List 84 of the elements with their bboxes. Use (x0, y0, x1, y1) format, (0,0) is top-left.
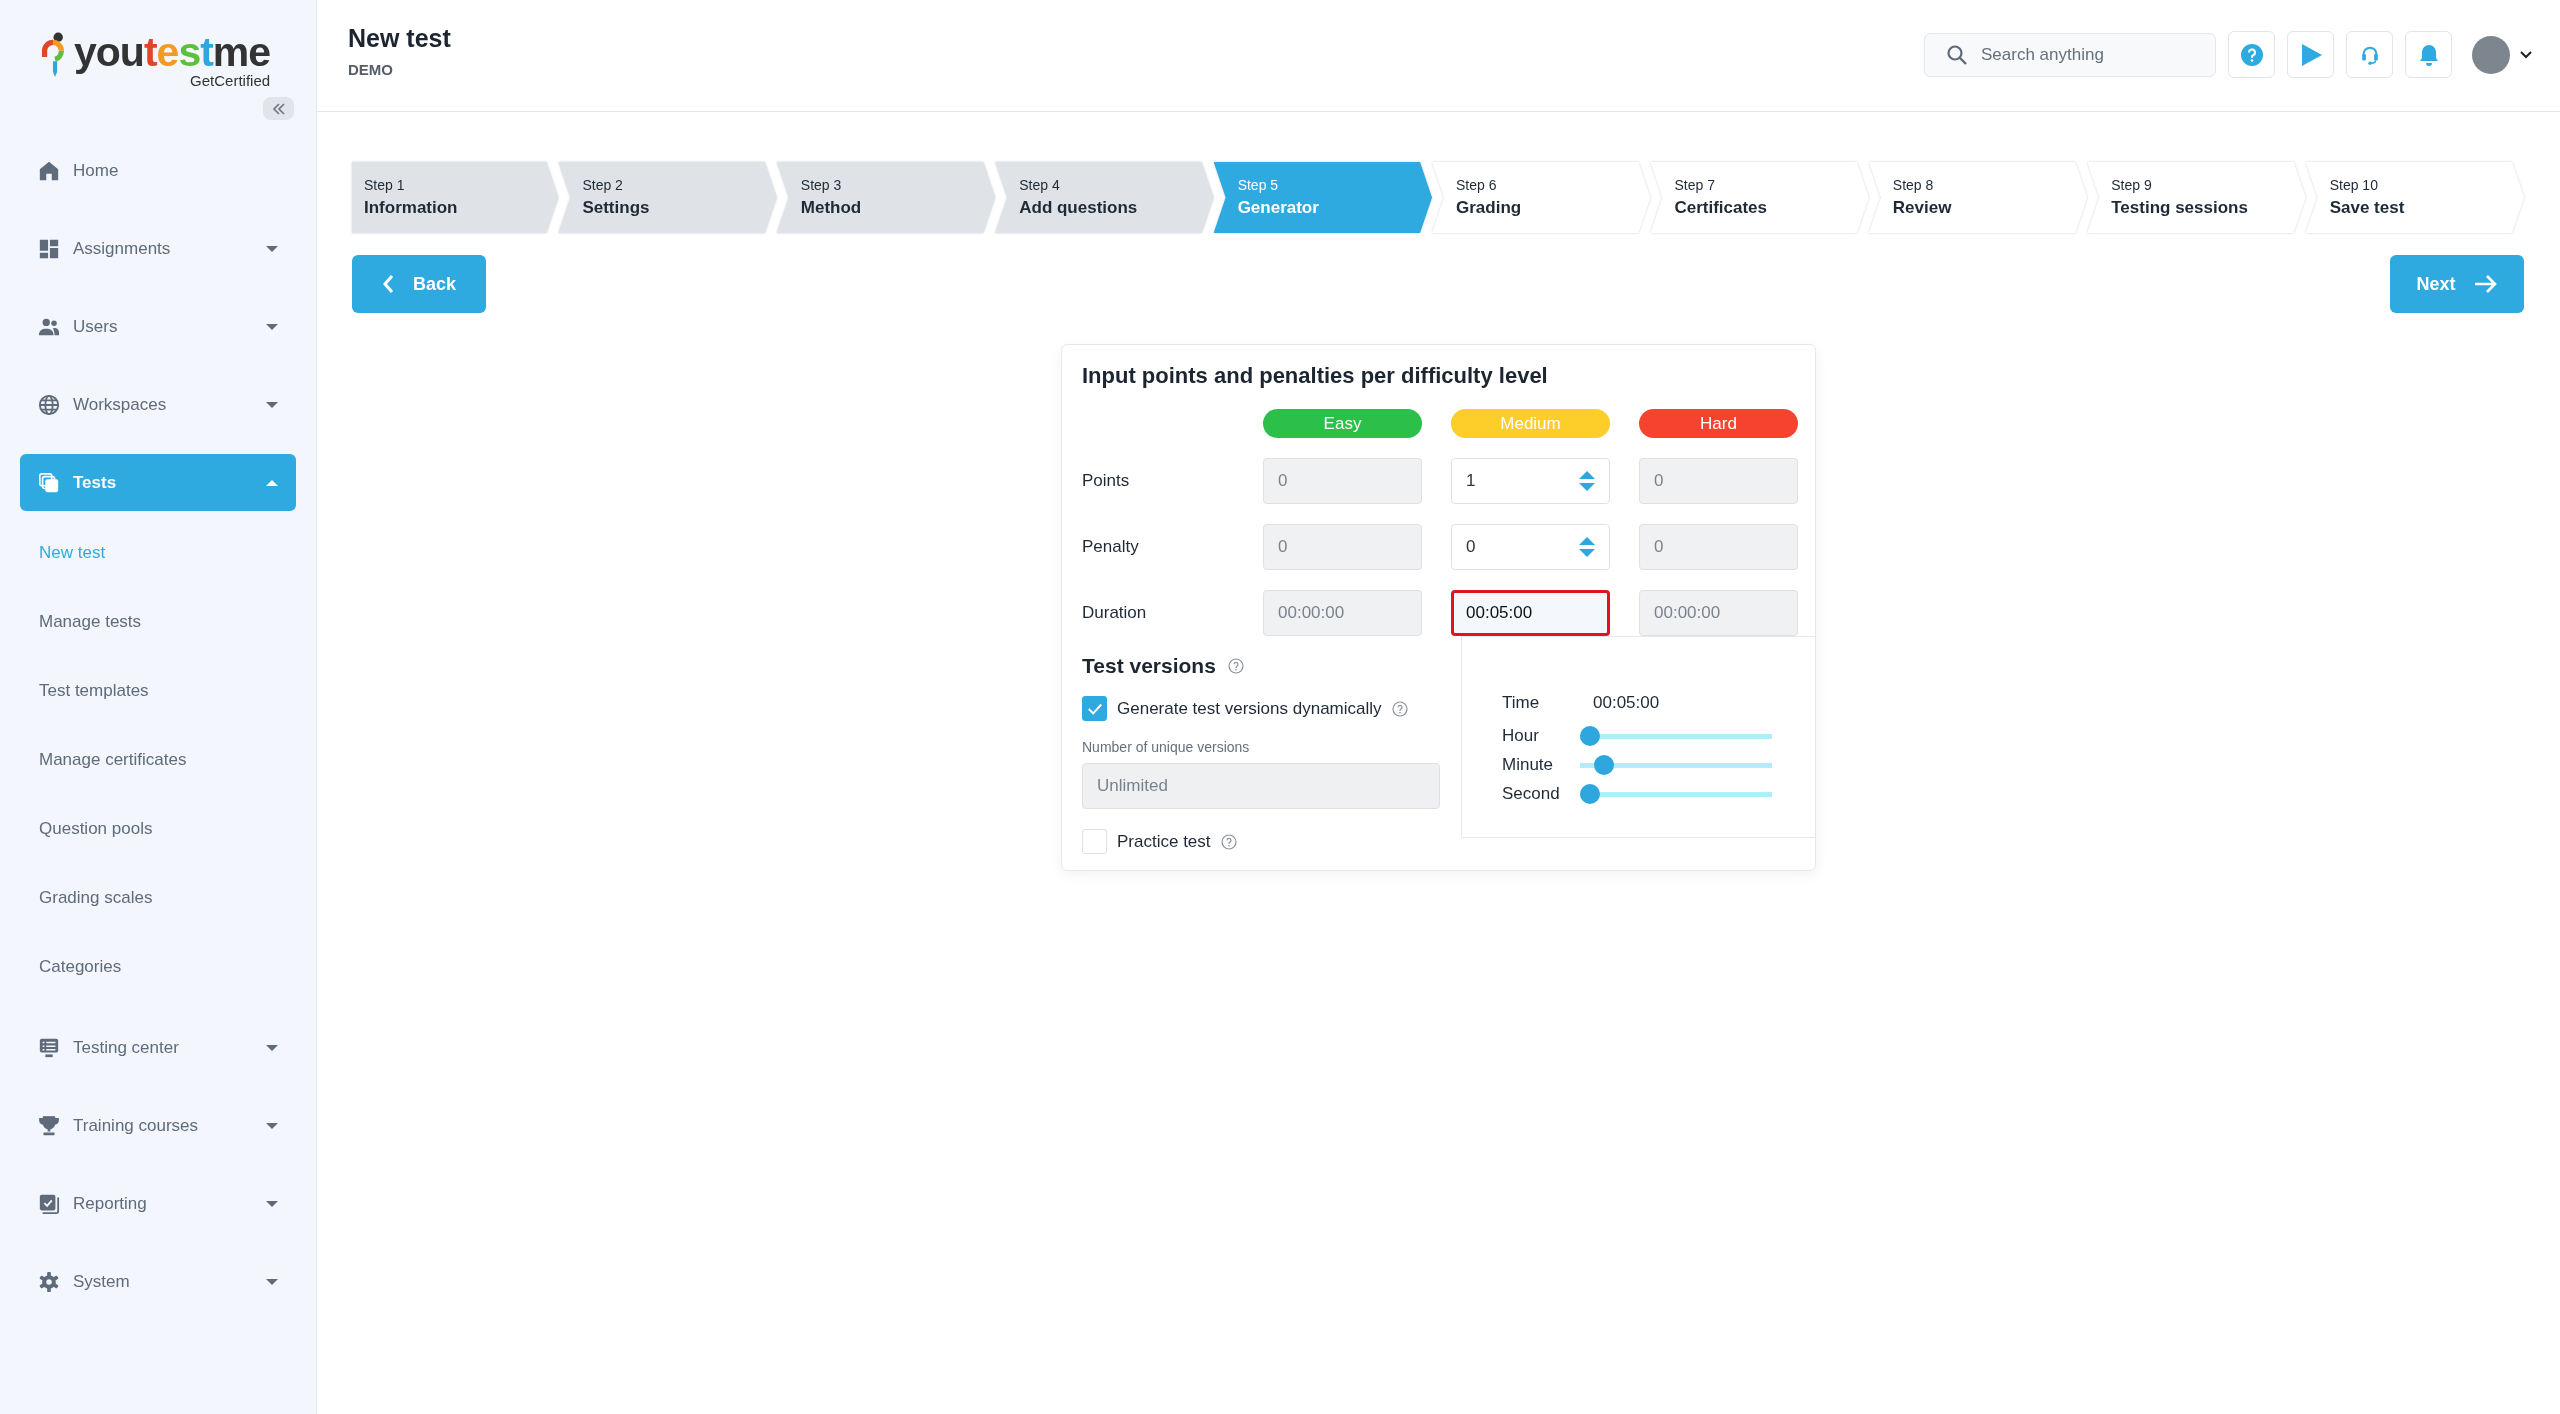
sidebar-item[interactable]: Users (20, 298, 296, 355)
wizard-step[interactable]: Step 4 Add questions (995, 162, 1214, 233)
check-icon (1086, 701, 1103, 716)
time-value: 00:05:00 (1592, 693, 1661, 713)
difficulty-label: Medium (1451, 409, 1610, 438)
sidebar-subitem[interactable]: Manage tests (39, 587, 142, 656)
sidebar-subitem[interactable]: Manage certificates (39, 725, 187, 794)
slider-label: Hour (1502, 726, 1540, 746)
card-title: Input points and penalties per difficulty level (1082, 363, 1549, 389)
sidebar-item[interactable]: Home (20, 142, 296, 199)
wizard-step[interactable]: Step 2 Settings (558, 162, 777, 233)
slider-thumb[interactable] (1580, 784, 1600, 804)
gear-icon (38, 1270, 60, 1293)
field-label: Number of unique versions (1082, 739, 1251, 755)
sidebar-subitem[interactable]: Test templates (39, 656, 149, 725)
caret-down-icon (266, 323, 278, 330)
home-icon (38, 159, 60, 182)
checkbox-label: Practice test (1117, 831, 1211, 852)
help-icon (1220, 833, 1237, 850)
trophy-icon (38, 1114, 60, 1137)
caret-down-icon (266, 401, 278, 408)
checkbox[interactable] (1082, 696, 1107, 721)
caret-down-icon (266, 1278, 278, 1285)
checkbox-label: Generate test versions dynamically (1117, 698, 1382, 719)
notifications-button[interactable] (2405, 31, 2452, 78)
slider-thumb[interactable] (1593, 755, 1614, 775)
sidebar-item[interactable]: Tests (20, 454, 296, 511)
slider-label: Second (1502, 784, 1561, 804)
back-button[interactable]: Back (352, 255, 486, 313)
double-chevron-left-icon (271, 102, 286, 115)
slider-label: Minute (1502, 755, 1555, 775)
checked-report-icon (38, 1192, 60, 1215)
search-icon (1946, 43, 1968, 66)
section-title: Test versions (1082, 654, 1216, 678)
next-button[interactable]: Next (2390, 255, 2524, 313)
caret-down-icon (266, 1200, 278, 1207)
arrow-right-icon (2473, 274, 2498, 294)
help-icon (1227, 658, 1244, 674)
caret-up-icon (266, 479, 278, 486)
row-label: Duration (1082, 603, 1148, 623)
number-field[interactable]: 0 (1451, 524, 1610, 570)
avatar[interactable] (2472, 35, 2510, 74)
slider-thumb[interactable] (1580, 726, 1600, 746)
monitor-list-icon (38, 1036, 60, 1059)
page-title: New test (348, 23, 451, 53)
wizard-step[interactable]: Step 3 Method (776, 162, 996, 233)
time-field[interactable]: 00:05:00 (1451, 590, 1610, 636)
time-label: Time (1502, 693, 1541, 713)
sidebar-item[interactable]: System (20, 1253, 296, 1310)
play-button[interactable] (2287, 31, 2334, 78)
wizard-step[interactable]: Step 1 Information (352, 162, 559, 233)
sidebar-item[interactable]: Workspaces (20, 376, 296, 433)
sidebar-subitem[interactable]: Categories (39, 932, 122, 1001)
help-icon (2239, 42, 2264, 67)
globe-icon (38, 393, 60, 416)
sidebar-item[interactable]: Testing center (20, 1019, 296, 1076)
sidebar-item[interactable]: Reporting (20, 1175, 296, 1232)
sidebar-item[interactable]: Assignments (20, 220, 296, 277)
help-button[interactable] (2228, 31, 2275, 78)
dashboard-icon (38, 237, 60, 260)
caret-down-icon (266, 245, 278, 252)
sidebar-subitem[interactable]: Grading scales (39, 863, 153, 932)
caret-down-icon (266, 1122, 278, 1129)
page-subtitle: DEMO (348, 60, 394, 78)
search-field[interactable]: Search anything (1924, 32, 2216, 77)
help-icon (1391, 700, 1408, 717)
number-field[interactable]: 1 (1451, 458, 1610, 504)
spinner-arrows-icon (1578, 470, 1596, 492)
spinner-arrows-icon (1578, 536, 1596, 558)
row-label: Points (1082, 471, 1131, 491)
difficulty-label: Easy (1263, 409, 1422, 438)
sidebar-subitem[interactable]: Question pools (39, 794, 153, 863)
sidebar-item[interactable]: Training courses (20, 1097, 296, 1154)
row-label: Penalty (1082, 537, 1140, 557)
logo-tagline: GetCertified (190, 72, 271, 89)
chevron-down-icon (2520, 50, 2532, 59)
wizard-step[interactable]: Step 5 Generator (1213, 162, 1433, 233)
logo-wordmark: youtestme (74, 30, 271, 74)
chevron-left-icon (382, 274, 395, 294)
difficulty-label: Hard (1639, 409, 1798, 438)
stacked-pages-icon (38, 471, 60, 494)
caret-down-icon (266, 1044, 278, 1051)
support-button[interactable] (2346, 31, 2393, 78)
collapse-sidebar-button[interactable] (263, 97, 294, 120)
